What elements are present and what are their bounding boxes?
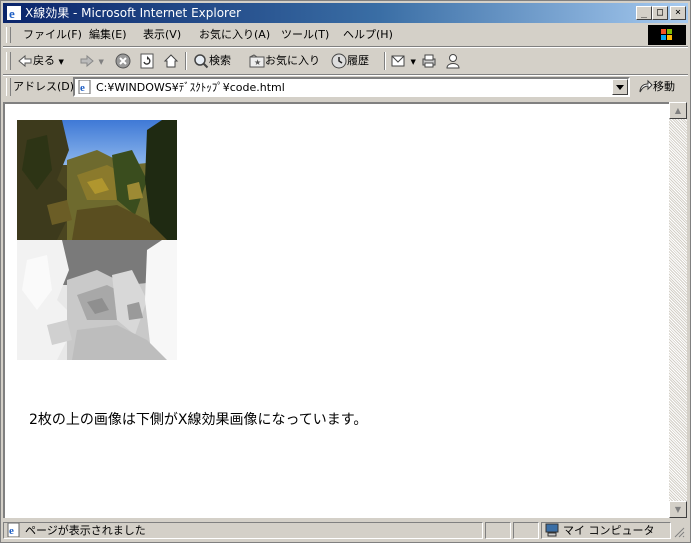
ie-logo-icon: e [7, 6, 21, 21]
home-icon [163, 54, 179, 68]
menu-tools[interactable]: ツール(T) [281, 28, 329, 42]
history-label: 履歴 [347, 54, 369, 67]
address-input[interactable]: e C:¥WINDOWS¥ﾃﾞｽｸﾄｯﾌﾟ¥code.html [73, 77, 630, 97]
ie-page-icon: e [7, 523, 20, 537]
title-bar: e X線効果 - Microsoft Internet Explorer _ □… [3, 3, 688, 23]
menu-file[interactable]: ファイル(F) [23, 28, 82, 42]
standard-toolbar: 戻る ▼ ▼ 検索 ★ お気に入り 履歴 ▼ [3, 48, 688, 74]
messenger-person-icon [446, 54, 460, 69]
menu-view[interactable]: 表示(V) [143, 28, 181, 42]
stop-button[interactable] [115, 53, 131, 69]
go-arrow-icon [639, 79, 653, 93]
refresh-button[interactable] [139, 53, 155, 69]
print-button[interactable] [421, 53, 437, 69]
ie-page-icon: e [78, 80, 91, 94]
history-button[interactable]: 履歴 [331, 53, 369, 69]
stop-icon [115, 53, 131, 69]
status-message-panel: e ページが表示されました [3, 522, 483, 539]
svg-text:e: e [9, 6, 15, 21]
mail-dropdown-icon[interactable]: ▼ [411, 58, 416, 66]
toolbar-separator [185, 52, 187, 70]
minimize-button[interactable]: _ [636, 6, 652, 20]
favorites-button[interactable]: ★ お気に入り [249, 53, 320, 69]
page-content: 2枚の上の画像は下側がX線効果画像になっています。 [3, 102, 669, 518]
windows-flag-icon [661, 29, 672, 40]
status-panel-blank [513, 522, 539, 539]
favorites-folder-icon: ★ [249, 54, 265, 68]
ie-window: e X線効果 - Microsoft Internet Explorer _ □… [0, 0, 691, 543]
address-dropdown-button[interactable] [612, 79, 628, 95]
my-computer-icon [545, 523, 559, 537]
vertical-scrollbar[interactable]: ▲ ▼ [669, 102, 687, 518]
back-label: 戻る [33, 54, 55, 67]
go-label: 移動 [653, 80, 675, 93]
search-label: 検索 [209, 54, 231, 67]
search-icon [194, 54, 209, 69]
svg-text:e: e [80, 82, 85, 94]
window-title: X線効果 - Microsoft Internet Explorer [25, 6, 242, 20]
svg-text:e: e [9, 525, 14, 537]
status-panel-blank [485, 522, 511, 539]
scroll-up-button[interactable]: ▲ [669, 102, 687, 119]
status-message: ページが表示されました [25, 524, 146, 537]
toolbar-separator [384, 52, 386, 70]
maximize-button[interactable]: □ [652, 6, 668, 20]
menu-bar: ファイル(F) 編集(E) 表示(V) お気に入り(A) ツール(T) ヘルプ(… [3, 24, 688, 46]
menu-edit[interactable]: 編集(E) [89, 28, 127, 42]
windows-logo [648, 25, 686, 45]
description-text: 2枚の上の画像は下側がX線効果画像になっています。 [29, 412, 368, 428]
status-bar: e ページが表示されました マイ コンピュータ [3, 520, 688, 540]
messenger-button[interactable] [445, 53, 461, 69]
go-button[interactable]: 移動 [637, 79, 675, 95]
security-zone-panel: マイ コンピュータ [541, 522, 671, 539]
menu-favorites[interactable]: お気に入り(A) [199, 28, 270, 42]
forward-dropdown-icon[interactable]: ▼ [99, 58, 104, 66]
search-button[interactable]: 検索 [193, 53, 231, 69]
back-dropdown-icon[interactable]: ▼ [59, 58, 64, 66]
resize-grip-icon[interactable] [673, 526, 685, 538]
printer-icon [422, 54, 436, 68]
address-label: アドレス(D) [13, 80, 75, 93]
close-button[interactable]: × [670, 6, 686, 20]
chevron-down-icon [616, 85, 624, 90]
address-grip[interactable] [6, 78, 11, 96]
mail-icon [391, 55, 405, 67]
menu-help[interactable]: ヘルプ(H) [343, 28, 393, 42]
forward-button[interactable]: ▼ [79, 53, 104, 69]
refresh-icon [140, 53, 154, 69]
security-zone-label: マイ コンピュータ [563, 524, 655, 537]
scroll-down-button[interactable]: ▼ [669, 501, 687, 518]
favorites-label: お気に入り [265, 54, 320, 67]
history-icon [331, 53, 347, 69]
menu-grip[interactable] [6, 27, 11, 43]
address-bar: アドレス(D) e C:¥WINDOWS¥ﾃﾞｽｸﾄｯﾌﾟ¥code.html … [3, 76, 688, 98]
forest-photo [17, 120, 177, 240]
back-arrow-icon [18, 54, 32, 68]
toolbar-grip[interactable] [6, 52, 11, 70]
forward-arrow-icon [80, 54, 94, 68]
home-button[interactable] [163, 53, 179, 69]
back-button[interactable]: 戻る ▼ [17, 53, 64, 69]
xray-effect-photo [17, 240, 177, 360]
svg-text:★: ★ [254, 58, 261, 67]
mail-button[interactable]: ▼ [391, 53, 416, 69]
address-value: C:¥WINDOWS¥ﾃﾞｽｸﾄｯﾌﾟ¥code.html [96, 81, 285, 94]
